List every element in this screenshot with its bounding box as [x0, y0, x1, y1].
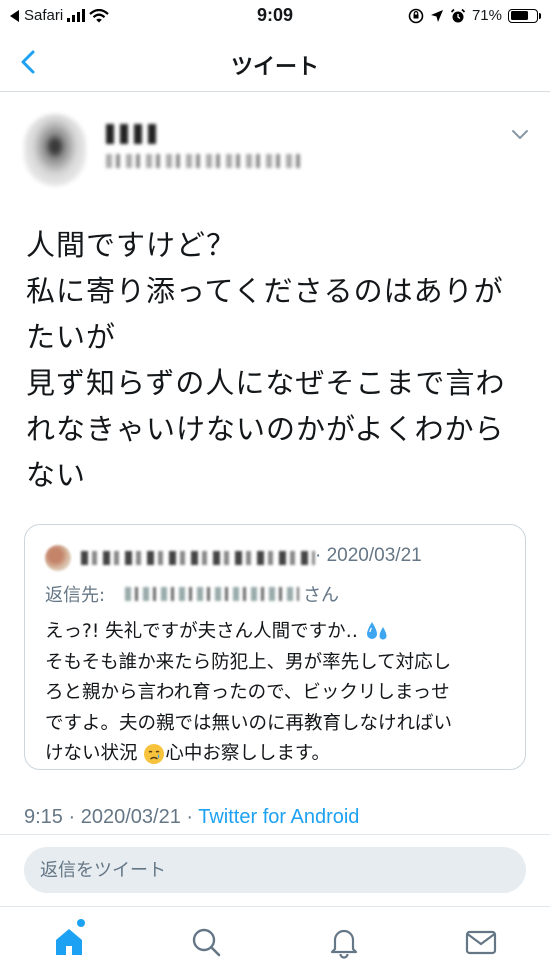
crying-face-icon — [144, 744, 165, 764]
home-icon[interactable] — [52, 925, 86, 959]
page-title: ツイート — [230, 55, 319, 80]
search-icon[interactable] — [189, 925, 223, 959]
orientation-lock-icon — [408, 8, 424, 23]
tweet-line: 人間ですけど？ — [26, 228, 237, 262]
reply-bar — [0, 834, 550, 906]
quoted-line: ろと親から言われ育ったので、ビックリしまっせ — [45, 682, 450, 703]
quoted-author-avatar — [45, 545, 71, 571]
tweet-source-link[interactable]: Twitter for Android — [198, 806, 359, 828]
meta-separator: · — [68, 806, 81, 828]
reply-to-label: 返信先: — [45, 585, 106, 606]
tweet-text: 人間ですけど？ 私に寄り添ってくださるのはありが たいが 見ず知らずの人になぜそ… — [26, 222, 538, 498]
mail-icon[interactable] — [464, 925, 498, 959]
reply-to-suffix: さん — [303, 585, 339, 606]
tweet-time: 9:15 — [24, 806, 63, 828]
tweet-line: れなきゃいけないのかがよくわから — [26, 412, 505, 446]
reply-input[interactable] — [24, 847, 526, 893]
chevron-down-icon[interactable] — [510, 126, 530, 142]
author-avatar[interactable] — [24, 114, 86, 186]
tweet-meta: 9:15 · 2020/03/21 · Twitter for Android — [24, 806, 359, 829]
quoted-tweet-date: · 2020/03/21 — [315, 545, 422, 566]
quoted-tweet-text: えっ?! 失礼ですが夫さん人間ですか‥ そもそも誰か来たら防犯上、男が率先して対… — [45, 617, 521, 770]
location-icon — [430, 9, 443, 22]
status-bar-right: 71% — [408, 7, 541, 24]
quoted-tweet[interactable]: · 2020/03/21 返信先: さん えっ?! 失礼ですが夫さん人間ですか‥… — [24, 524, 526, 770]
meta-separator: · — [186, 806, 199, 828]
tweet-line: たいが — [26, 320, 117, 354]
author-handle-redacted — [106, 154, 302, 168]
author-name-redacted[interactable] — [106, 124, 160, 144]
tweet-date: 2020/03/21 — [80, 806, 181, 828]
battery-icon — [508, 8, 541, 23]
quoted-line: そもそも誰か来たら防犯上、男が率先して対応し — [45, 651, 452, 673]
quoted-line: ですよ。夫の親では無いのに再教育しなければい — [45, 712, 453, 734]
tab-bar — [0, 906, 550, 978]
status-bar: Safari 9:09 71% — [0, 0, 550, 34]
quoted-line: けない状況 心中お察しします。 — [45, 743, 331, 764]
quoted-line: えっ?! 失礼ですが夫さん人間ですか‥ — [45, 617, 521, 648]
quoted-author-name-redacted — [81, 551, 315, 565]
tweet-line: 見ず知らずの人になぜそこまで言わ — [26, 366, 506, 400]
battery-percent: 71% — [471, 7, 502, 24]
bell-icon[interactable] — [327, 925, 361, 959]
sweat-droplets-icon — [366, 622, 387, 640]
tweet-line: 私に寄り添ってくださるのはありが — [26, 274, 504, 308]
reply-to-handle-redacted — [125, 587, 299, 601]
nav-header: ツイート — [0, 34, 550, 92]
tweet-line: ない — [26, 458, 87, 492]
alarm-icon — [450, 8, 466, 22]
